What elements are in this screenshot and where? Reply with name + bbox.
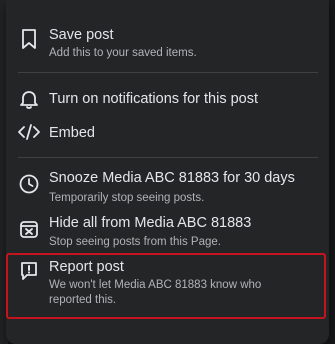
notifications-item[interactable]: Turn on notifications for this post bbox=[6, 86, 329, 114]
snooze-title: Snooze Media ABC 81883 for 30 days bbox=[49, 170, 295, 186]
hide-all-subtitle: Stop seeing posts from this Page. bbox=[49, 236, 221, 248]
save-post-item[interactable]: Save post Add this to your saved items. bbox=[6, 20, 329, 62]
save-post-subtitle: Add this to your saved items. bbox=[49, 47, 197, 59]
code-icon bbox=[16, 119, 42, 145]
hide-window-icon bbox=[16, 216, 42, 242]
embed-title: Embed bbox=[49, 125, 95, 141]
bell-icon bbox=[16, 86, 42, 112]
post-options-menu: Save post Add this to your saved items. … bbox=[6, 0, 329, 344]
divider bbox=[18, 157, 318, 158]
snooze-item[interactable]: Snooze Media ABC 81883 for 30 days Tempo… bbox=[6, 167, 329, 209]
embed-item[interactable]: Embed bbox=[6, 119, 329, 147]
divider bbox=[18, 72, 318, 73]
report-highlight-box bbox=[6, 253, 326, 319]
hide-all-title: Hide all from Media ABC 81883 bbox=[49, 215, 252, 231]
bookmark-icon bbox=[16, 26, 42, 52]
save-post-title: Save post bbox=[49, 27, 114, 43]
notifications-title: Turn on notifications for this post bbox=[49, 91, 259, 107]
clock-icon bbox=[16, 171, 42, 197]
hide-all-item[interactable]: Hide all from Media ABC 81883 Stop seein… bbox=[6, 212, 329, 252]
snooze-subtitle: Temporarily stop seeing posts. bbox=[49, 192, 205, 204]
